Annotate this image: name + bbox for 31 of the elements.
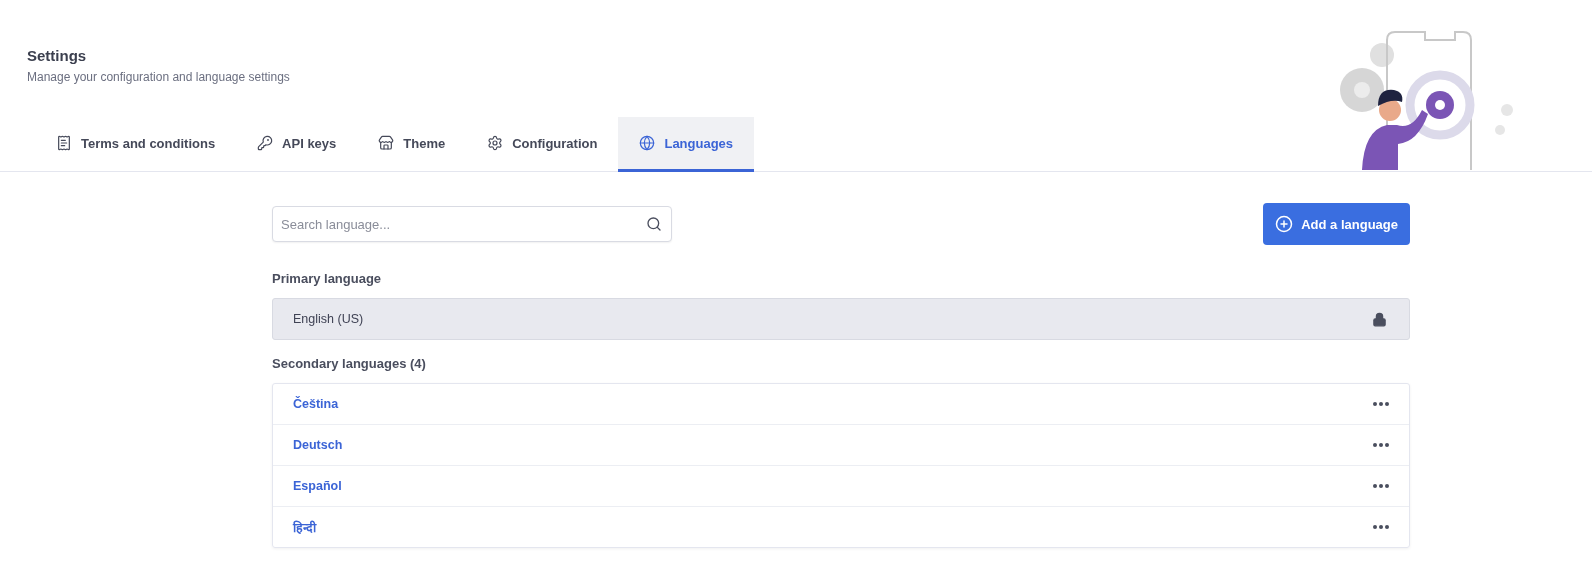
ellipsis-icon: [1373, 402, 1389, 406]
section-heading: Secondary languages (4): [272, 356, 427, 371]
primary-language-field: English (US): [272, 298, 1410, 340]
language-link[interactable]: Deutsch: [293, 438, 343, 452]
page-subtitle: Manage your configuration and language settings: [27, 70, 291, 84]
language-link[interactable]: Español: [293, 479, 342, 493]
ellipsis-icon: [1373, 484, 1389, 488]
tab[interactable]: API keys: [236, 117, 358, 172]
more-options-button[interactable]: [1373, 484, 1389, 488]
language-link[interactable]: हिन्दी: [293, 518, 316, 536]
tab[interactable]: Configuration: [466, 117, 619, 172]
more-options-button[interactable]: [1373, 525, 1389, 529]
ellipsis-icon: [1373, 443, 1389, 447]
section-heading: Primary language: [272, 271, 383, 286]
ellipsis-icon: [1373, 525, 1389, 529]
tab[interactable]: Languages: [618, 117, 755, 172]
plus-icon: [1275, 215, 1294, 233]
key-icon: [257, 135, 274, 151]
settings-icon: [487, 135, 504, 151]
more-options-button[interactable]: [1373, 443, 1389, 447]
language-link[interactable]: Čeština: [293, 397, 339, 411]
add-language-button[interactable]: Add a language: [1263, 203, 1410, 245]
document-icon: [56, 135, 72, 151]
globe-icon: [639, 135, 656, 151]
search-field[interactable]: Search language...: [272, 206, 672, 242]
more-options-button[interactable]: [1373, 402, 1389, 406]
page-title: Settings: [27, 47, 88, 64]
search-icon: [646, 216, 662, 232]
tab[interactable]: Terms and conditions: [35, 117, 237, 172]
tab[interactable]: Theme: [357, 117, 467, 172]
store-icon: [378, 135, 395, 151]
